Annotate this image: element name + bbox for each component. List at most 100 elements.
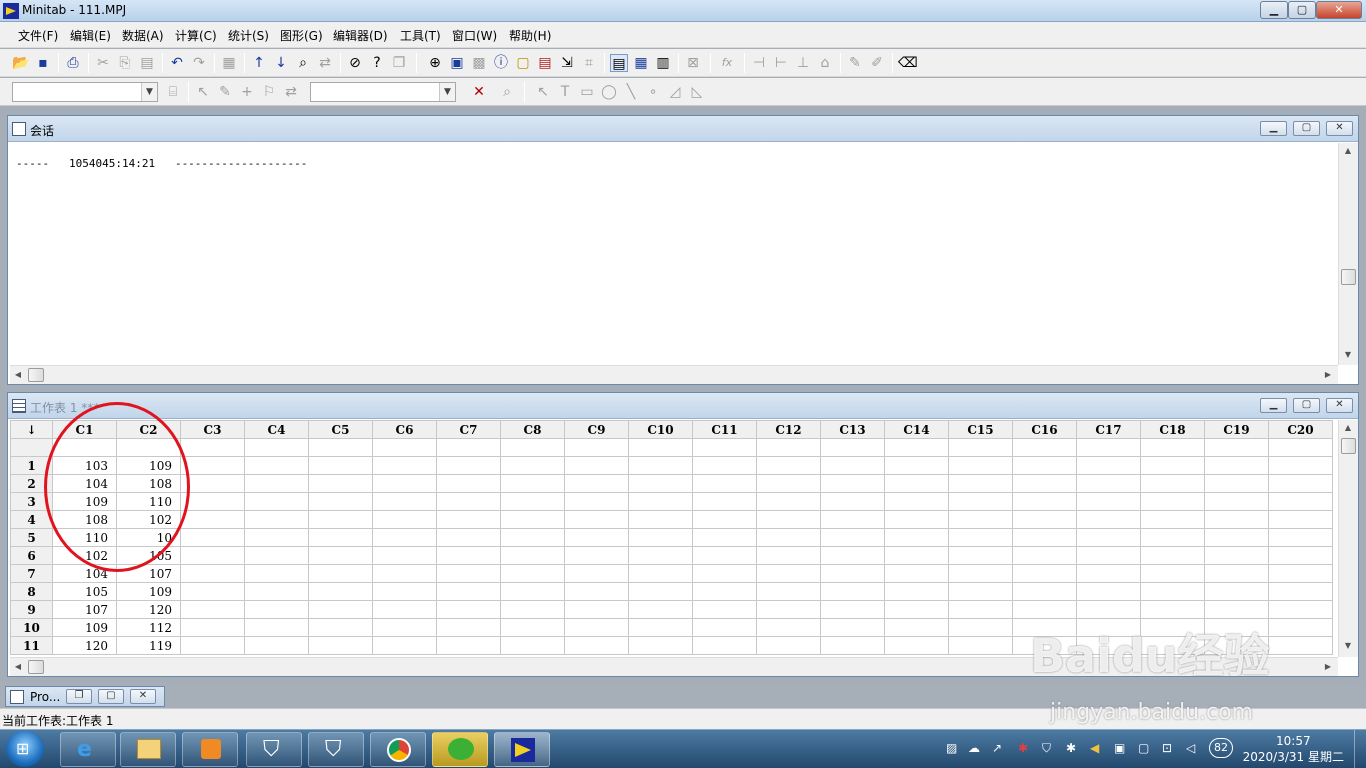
column-header[interactable]: C10 (628, 420, 693, 439)
data-cell[interactable] (1012, 546, 1077, 565)
column-name-cell[interactable] (948, 438, 1013, 457)
data-cell[interactable]: 109 (52, 618, 117, 637)
column-header[interactable]: C18 (1140, 420, 1205, 439)
column-insert-icon[interactable]: ⊢ (772, 54, 790, 72)
data-cell[interactable] (692, 564, 757, 583)
show-worksheet-icon[interactable]: ⇲ (558, 54, 576, 72)
data-cell[interactable] (1204, 582, 1269, 601)
data-cell[interactable] (500, 618, 565, 637)
data-cell[interactable] (1140, 510, 1205, 529)
minimize-button[interactable]: ▁ (1260, 1, 1288, 19)
data-cell[interactable] (308, 510, 373, 529)
data-cell[interactable] (564, 528, 629, 547)
data-cell[interactable] (180, 582, 245, 601)
session-horizontal-scrollbar[interactable]: ◀ ▶ (10, 365, 1338, 384)
scroll-thumb[interactable] (28, 660, 44, 674)
taskbar-wechat[interactable] (432, 732, 488, 767)
menu-data[interactable]: 数据(A) (122, 27, 164, 44)
column-name-cell[interactable] (372, 438, 437, 457)
data-cell[interactable] (1268, 582, 1333, 601)
data-cell[interactable] (692, 600, 757, 619)
column-name-cell[interactable] (308, 438, 373, 457)
data-cell[interactable] (756, 600, 821, 619)
column-header[interactable]: C19 (1204, 420, 1269, 439)
column-header[interactable]: C15 (948, 420, 1013, 439)
scroll-left-icon[interactable]: ◀ (10, 659, 26, 675)
copy-icon[interactable]: ⎘ (116, 54, 134, 72)
data-cell[interactable] (436, 600, 501, 619)
data-cell[interactable] (884, 600, 949, 619)
pointer-icon[interactable]: ↖ (534, 83, 552, 101)
data-cell[interactable] (628, 510, 693, 529)
open-icon[interactable]: 📂 (12, 54, 30, 72)
data-cell[interactable] (756, 546, 821, 565)
data-cell[interactable] (308, 456, 373, 475)
data-cell[interactable] (244, 456, 309, 475)
close-graph-icon[interactable]: ⊠ (684, 54, 702, 72)
taskbar-chrome[interactable] (370, 732, 426, 767)
tray-speaker-icon[interactable]: ◀ (1090, 741, 1099, 755)
data-cell[interactable] (1012, 600, 1077, 619)
data-cell[interactable] (244, 492, 309, 511)
brush-icon[interactable]: ✎ (846, 54, 864, 72)
data-cell[interactable] (180, 564, 245, 583)
data-cell[interactable] (308, 492, 373, 511)
data-cell[interactable] (564, 456, 629, 475)
column-header[interactable]: C12 (756, 420, 821, 439)
scroll-thumb[interactable] (1341, 269, 1356, 285)
data-cell[interactable] (628, 600, 693, 619)
delete-icon[interactable]: ✕ (470, 83, 488, 101)
replace-icon[interactable]: ⇄ (316, 54, 334, 72)
report-icon[interactable]: ▦ (220, 54, 238, 72)
menu-window[interactable]: 窗口(W) (452, 27, 497, 44)
data-cell[interactable] (564, 618, 629, 637)
data-cell[interactable] (500, 582, 565, 601)
data-cell[interactable] (180, 636, 245, 655)
session-close-button[interactable]: ✕ (1326, 121, 1353, 136)
data-cell[interactable] (1140, 528, 1205, 547)
data-cell[interactable] (820, 582, 885, 601)
brush-tool-icon[interactable]: ✎ (216, 83, 234, 101)
column-name-cell[interactable] (436, 438, 501, 457)
data-cell[interactable] (1140, 600, 1205, 619)
data-cell[interactable] (948, 456, 1013, 475)
row-number[interactable]: 10 (10, 618, 53, 637)
data-cell[interactable] (628, 564, 693, 583)
column-header[interactable]: C3 (180, 420, 245, 439)
data-cell[interactable] (692, 546, 757, 565)
data-cell[interactable] (564, 510, 629, 529)
data-cell[interactable] (564, 546, 629, 565)
history-icon[interactable]: ▢ (514, 54, 532, 72)
data-cell[interactable] (756, 510, 821, 529)
column-name-cell[interactable] (628, 438, 693, 457)
data-cell[interactable] (436, 510, 501, 529)
data-cell[interactable] (436, 492, 501, 511)
data-cell[interactable] (1140, 564, 1205, 583)
data-cell[interactable] (1076, 510, 1141, 529)
data-cell[interactable] (1268, 474, 1333, 493)
tray-usb-icon[interactable]: ▢ (1138, 741, 1149, 755)
scroll-thumb[interactable] (1341, 438, 1356, 454)
column-name-cell[interactable] (564, 438, 629, 457)
data-cell[interactable] (628, 636, 693, 655)
session-minimize-button[interactable]: ▁ (1260, 121, 1287, 136)
data-cell[interactable] (1076, 582, 1141, 601)
graph-select-combo[interactable]: ▼ (12, 82, 158, 102)
data-cell[interactable] (500, 492, 565, 511)
session-restore-button[interactable]: ▢ (1293, 121, 1320, 136)
column-header[interactable]: C9 (564, 420, 629, 439)
clear-icon[interactable]: ⌂ (816, 54, 834, 72)
data-cell[interactable] (692, 528, 757, 547)
data-cell[interactable] (1140, 474, 1205, 493)
data-cell[interactable] (884, 546, 949, 565)
data-cell[interactable] (180, 492, 245, 511)
find-icon[interactable]: ⌕ (294, 54, 312, 72)
column-name-cell[interactable] (1076, 438, 1141, 457)
paste-icon[interactable]: ▤ (138, 54, 156, 72)
data-cell[interactable] (500, 546, 565, 565)
print-icon[interactable]: ⎙ (64, 54, 82, 72)
data-cell[interactable] (884, 618, 949, 637)
show-desktop-button[interactable] (1354, 730, 1366, 768)
data-cell[interactable]: 120 (116, 600, 181, 619)
project-manager-icon[interactable]: ▥ (654, 54, 672, 72)
